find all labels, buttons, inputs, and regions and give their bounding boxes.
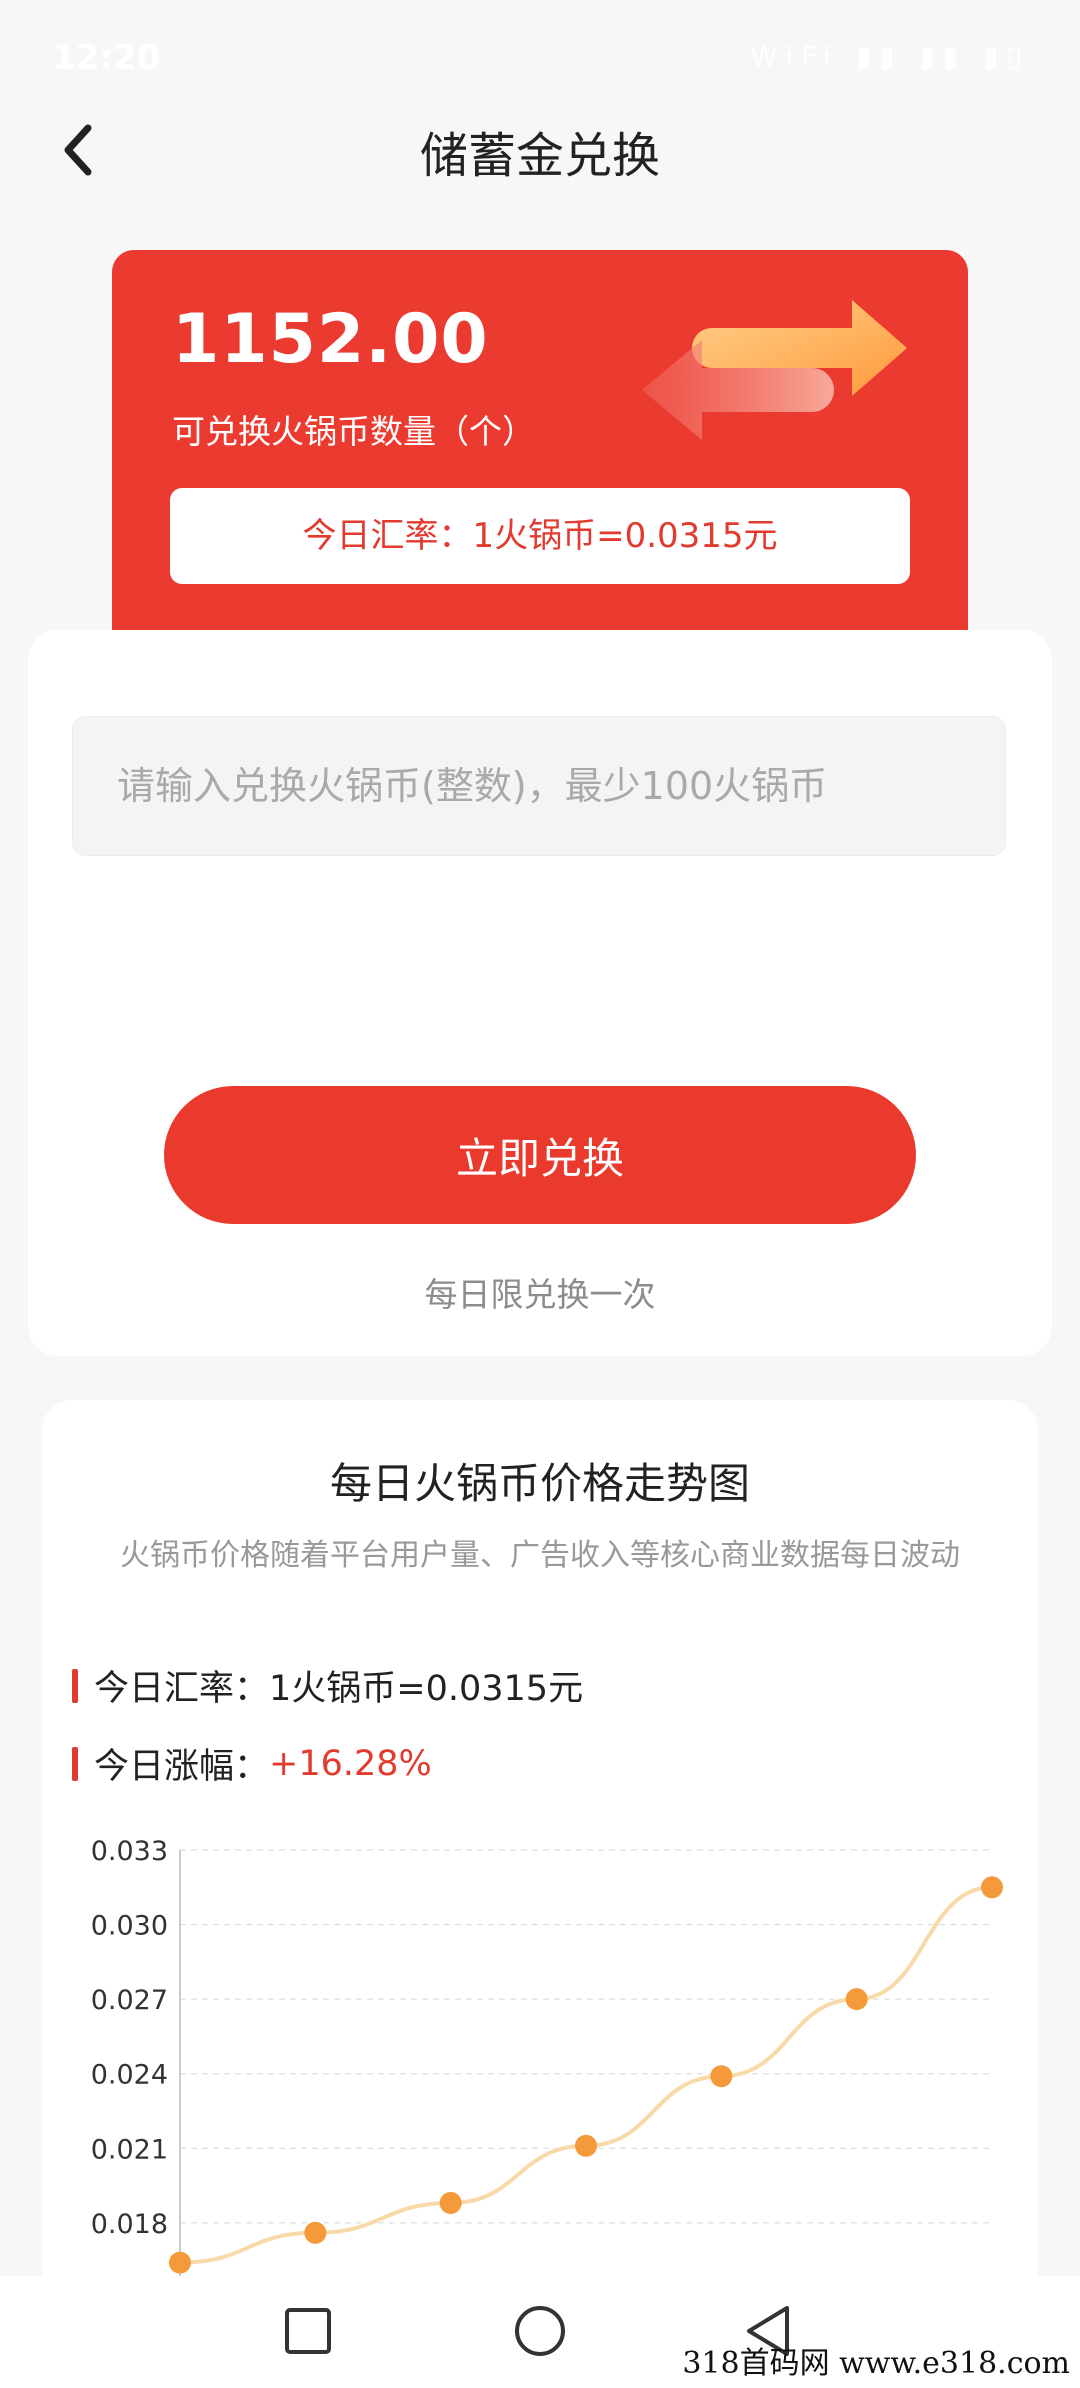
- data-point: [304, 2221, 327, 2244]
- data-point: [981, 1876, 1003, 1899]
- y-tick-label: 0.021: [91, 2134, 168, 2165]
- data-point: [710, 2065, 733, 2088]
- price-series-line: [179, 1885, 993, 2265]
- home-button[interactable]: [500, 2296, 580, 2366]
- y-tick-label: 0.027: [91, 1985, 168, 2016]
- data-point: [845, 1988, 868, 2011]
- change-label: 今日涨幅：: [94, 1747, 270, 1787]
- trend-title: 每日火锅币价格走势图: [329, 1459, 750, 1508]
- y-tick-label: 0.018: [91, 2209, 168, 2240]
- exchange-amount-input[interactable]: [72, 716, 1006, 856]
- price-trend-card: 每日火锅币价格走势图 火锅币价格随着平台用户量、广告收入等核心商业数据每日波动 …: [42, 1400, 1038, 2290]
- exchange-now-button[interactable]: 立即兑换: [164, 1086, 916, 1224]
- system-nav-bar: 318首码网 www.e318.com: [0, 2276, 1080, 2388]
- y-tick-label: 0.033: [91, 1836, 168, 1867]
- y-tick-label: 0.030: [91, 1911, 168, 1942]
- status-icons: WiFi ▮▮ ▮▮ ▮▯: [750, 40, 1030, 73]
- change-value: +16.28%: [269, 1743, 432, 1784]
- data-point: [439, 2191, 462, 2214]
- y-tick-label: 0.024: [91, 2060, 168, 2091]
- recent-apps-button[interactable]: [268, 2296, 348, 2366]
- daily-limit-note: 每日限兑换一次: [424, 1275, 656, 1314]
- accent-bar: [72, 1668, 78, 1703]
- accent-bar: [72, 1746, 78, 1781]
- balance-card: 1152.00 可兑换火锅币数量（个） 今日汇率：1火锅币=0.0315元: [112, 250, 968, 645]
- today-rate-line: 今日汇率： 1火锅币=0.0315元: [72, 1660, 583, 1711]
- exchange-form-card: 立即兑换 每日限兑换一次: [28, 630, 1052, 1356]
- data-point: [575, 2134, 597, 2157]
- watermark-text: 318首码网 www.e318.com: [682, 2346, 1070, 2381]
- today-change-line: 今日涨幅： +16.28%: [72, 1738, 432, 1789]
- price-line-chart: 0.033 0.030 0.027 0.024 0.021 0.018: [91, 1836, 1003, 2290]
- trend-subtitle: 火锅币价格随着平台用户量、广告收入等核心商业数据每日波动: [120, 1538, 960, 1573]
- balance-amount: 1152.00: [172, 300, 489, 379]
- status-time: 12:20: [52, 38, 161, 78]
- exchange-arrows-icon: [642, 300, 907, 440]
- rate-box: 今日汇率：1火锅币=0.0315元: [170, 488, 910, 584]
- rate-value: 1火锅币=0.0315元: [269, 1669, 584, 1709]
- circle-icon: [515, 2306, 565, 2356]
- top-bar: 储蓄金兑换: [0, 90, 1080, 240]
- page-title: 储蓄金兑换: [419, 128, 660, 184]
- rate-label: 今日汇率：: [94, 1669, 270, 1709]
- data-point: [169, 2251, 191, 2274]
- square-icon: [285, 2308, 331, 2354]
- status-bar: 12:20 WiFi ▮▮ ▮▮ ▮▯: [0, 0, 1080, 90]
- balance-label: 可兑换火锅币数量（个）: [172, 412, 535, 451]
